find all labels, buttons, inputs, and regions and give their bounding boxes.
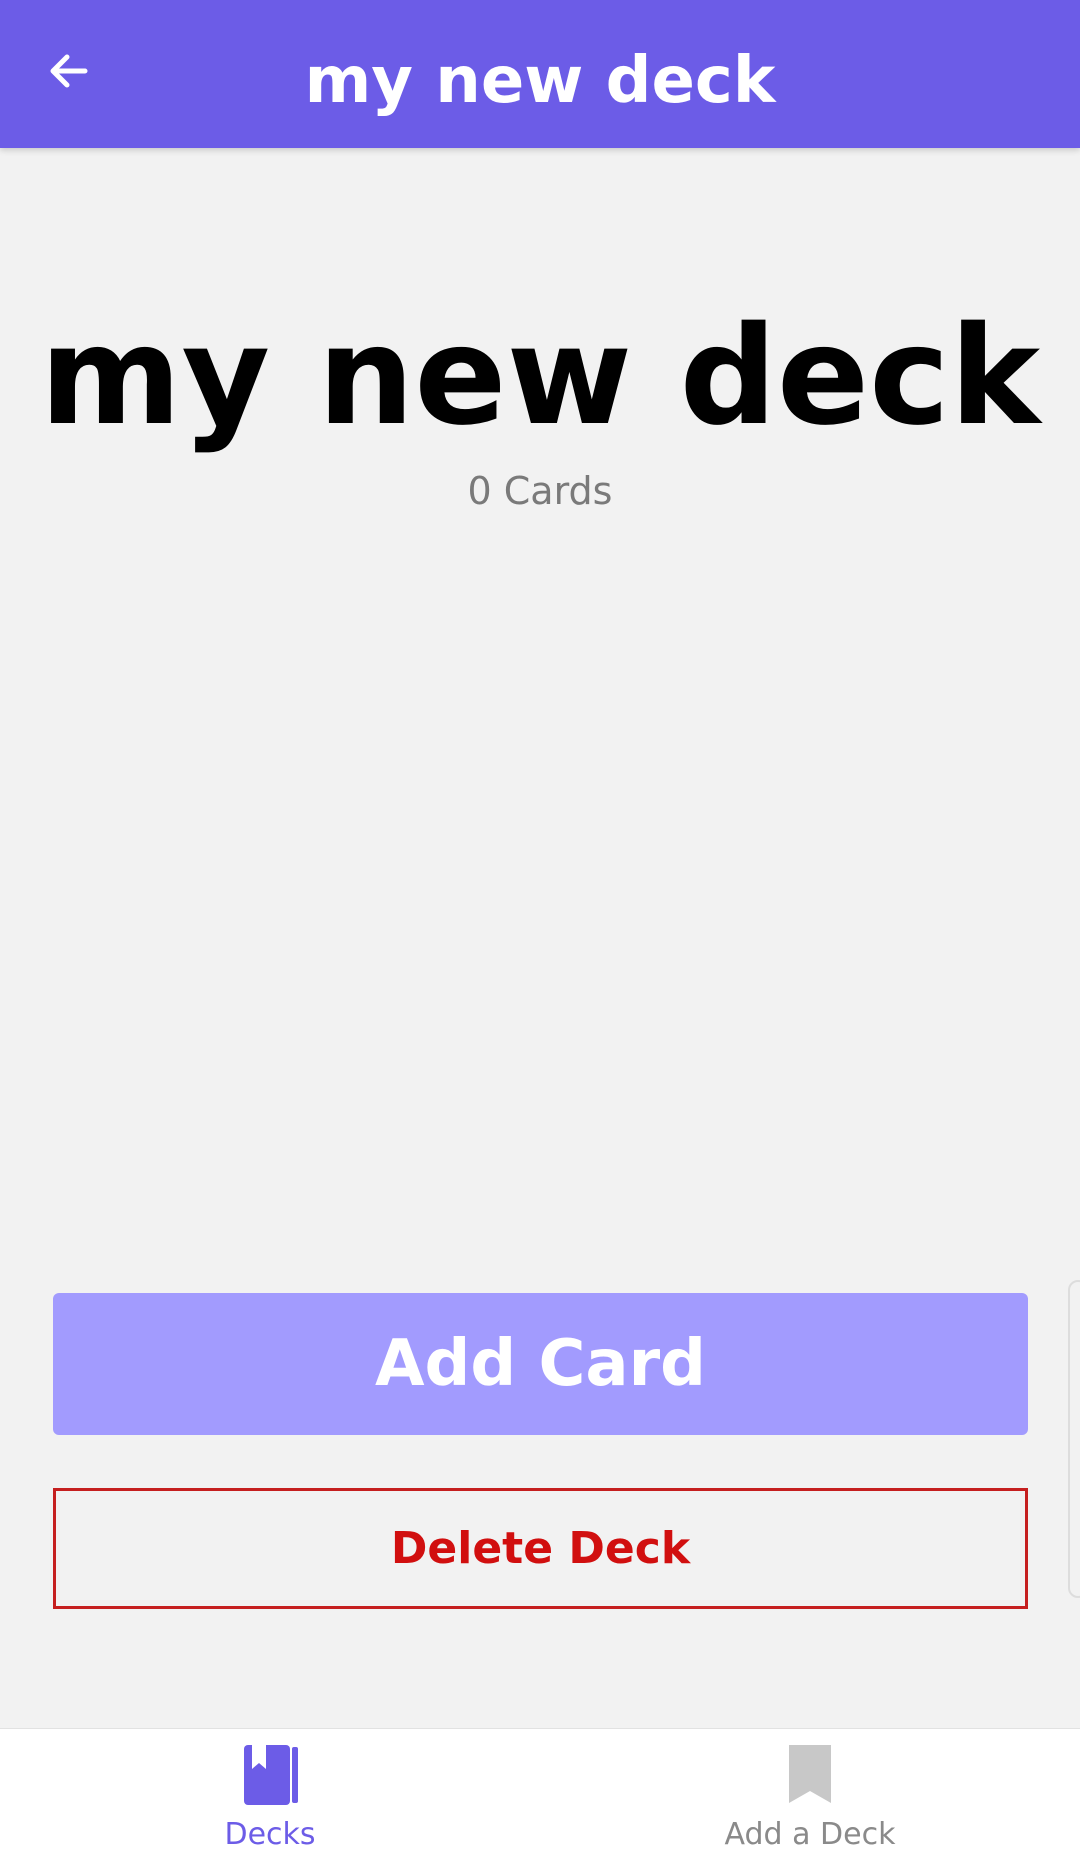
bookmark-icon [789, 1745, 831, 1803]
tab-add-a-deck[interactable]: Add a Deck [540, 1729, 1080, 1859]
header-title: my new deck [304, 44, 776, 118]
tab-decks[interactable]: Decks [0, 1729, 540, 1859]
app-header: my new deck [0, 0, 1080, 148]
tab-add-a-deck-label: Add a Deck [724, 1817, 896, 1852]
delete-deck-button[interactable]: Delete Deck [53, 1488, 1028, 1609]
book-icon [244, 1745, 298, 1805]
card-count: 0 Cards [467, 469, 613, 513]
deck-title: my new deck [39, 298, 1041, 456]
bottom-tab-bar: Decks Add a Deck [0, 1728, 1080, 1859]
offscreen-card-edge [1068, 1280, 1080, 1598]
add-card-button[interactable]: Add Card [53, 1293, 1028, 1435]
tab-decks-label: Decks [224, 1817, 316, 1852]
